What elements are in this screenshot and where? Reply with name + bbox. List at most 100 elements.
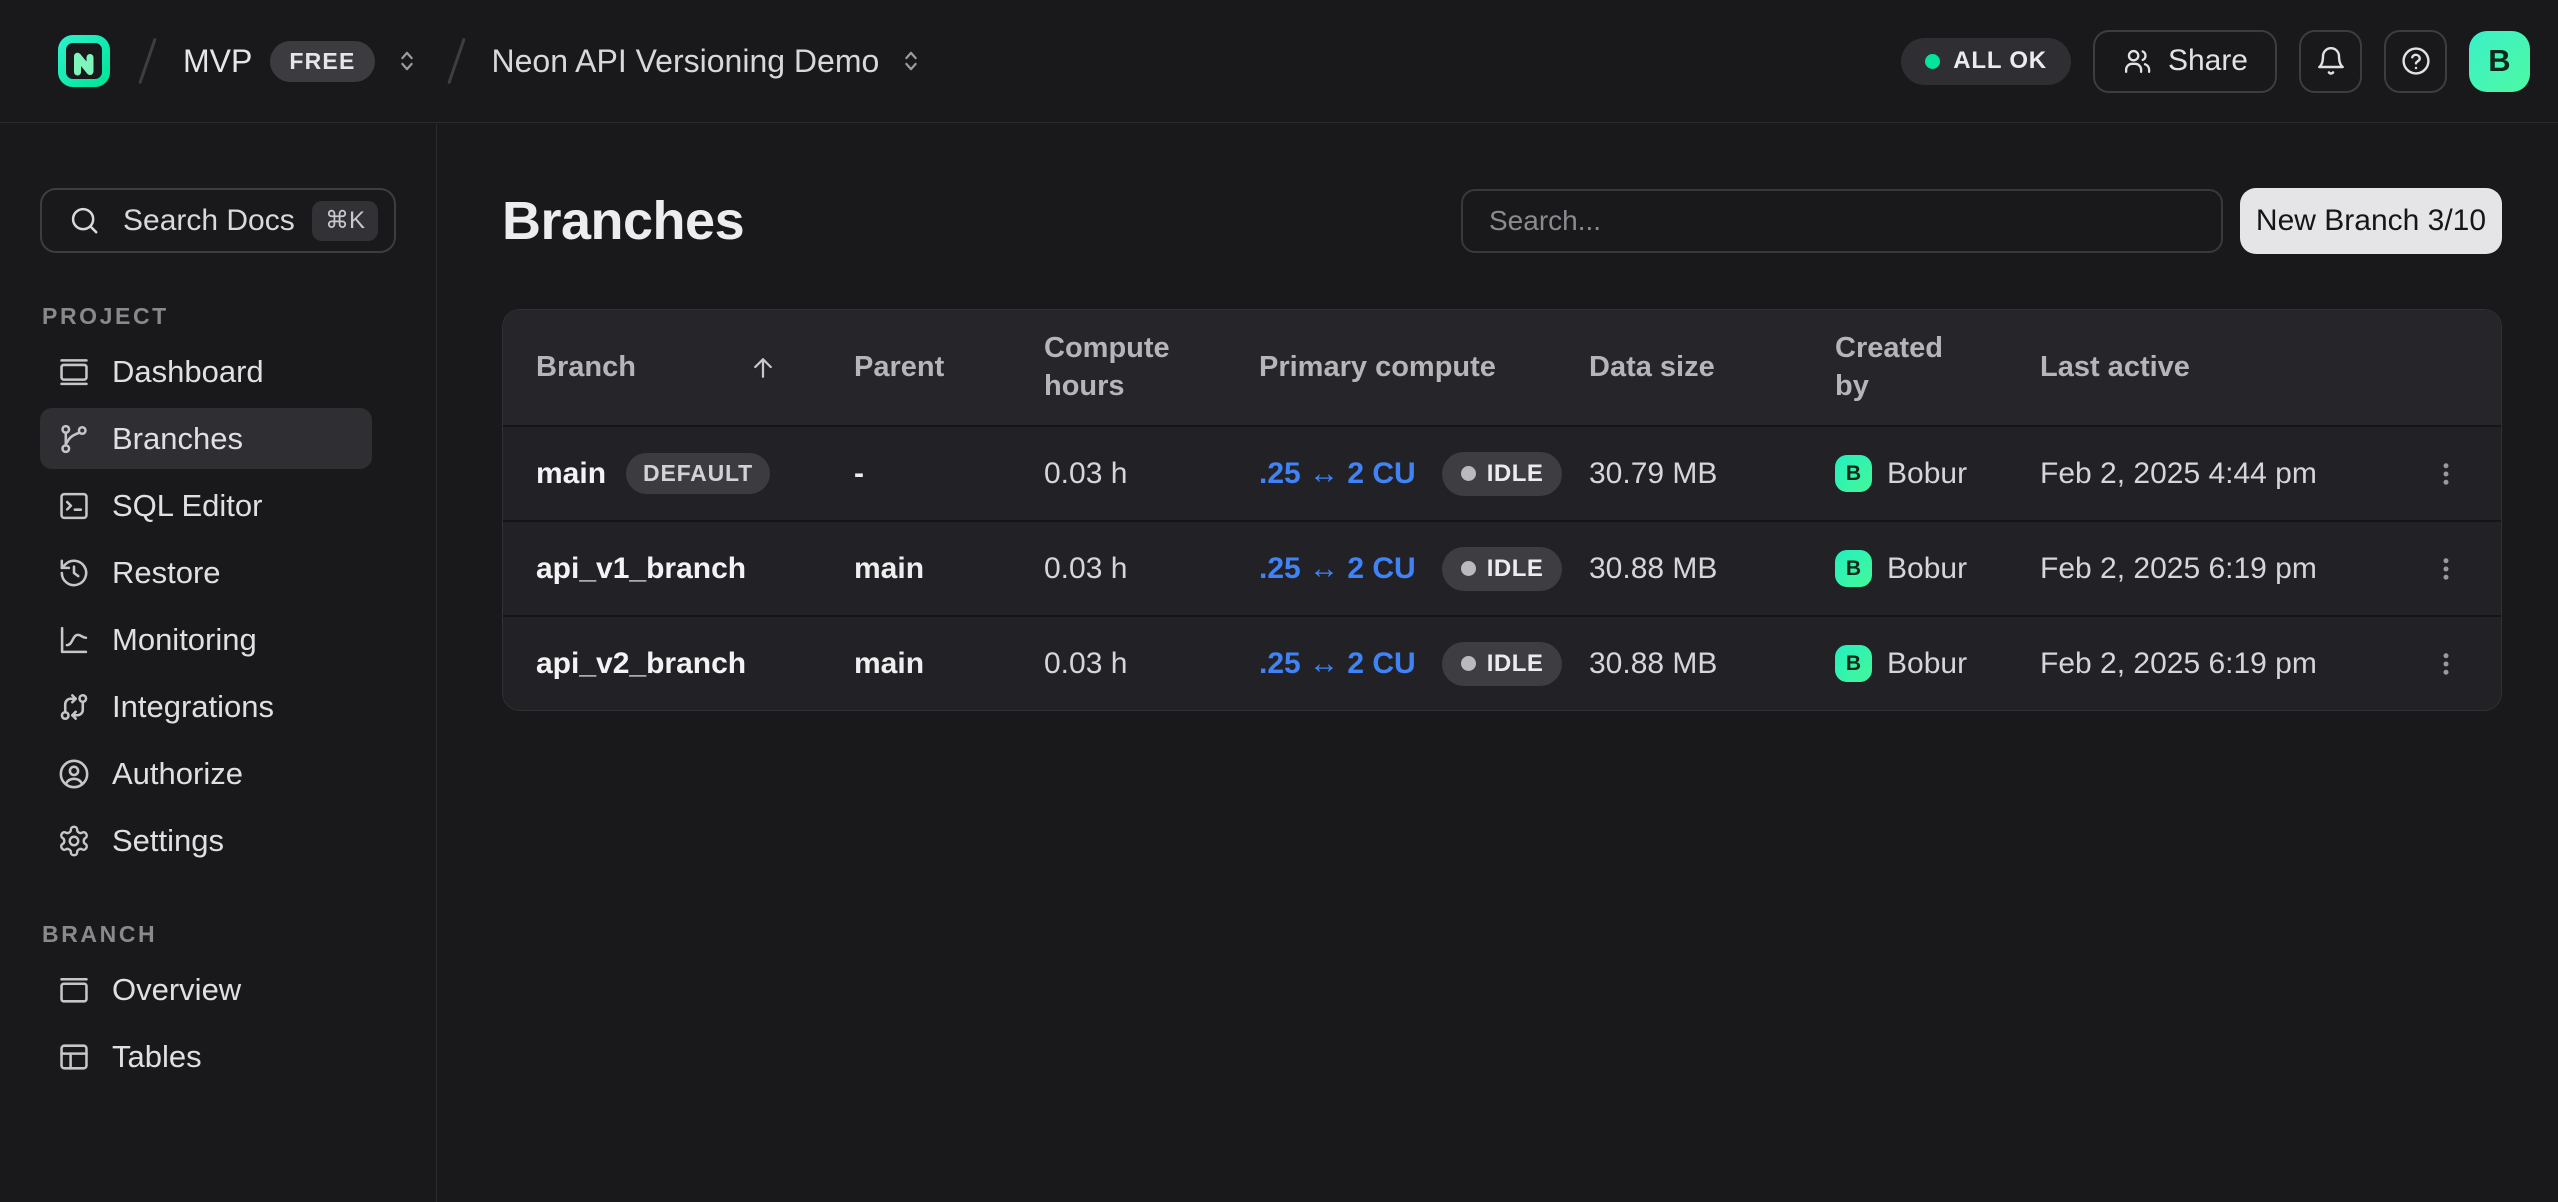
search-icon	[68, 204, 101, 237]
overview-icon	[57, 973, 91, 1007]
authorize-icon	[57, 757, 91, 791]
compute-state-label: IDLE	[1487, 650, 1544, 678]
branch-cell: api_v1_branch	[536, 552, 854, 586]
sidebar-item-label: Branches	[112, 421, 243, 457]
table-header-data-size: Data size	[1589, 349, 1835, 387]
sidebar-item-branches[interactable]: Branches	[40, 408, 372, 469]
top-bar-actions: ALL OK Share B	[1901, 30, 2530, 93]
last-active-cell: Feb 2, 2025 4:44 pm	[2040, 457, 2424, 491]
tables-icon	[57, 1040, 91, 1074]
settings-icon	[57, 824, 91, 858]
compute-range: .25 ↔ 2 CU	[1259, 552, 1416, 586]
creator-avatar: B	[1835, 645, 1872, 682]
sidebar-item-integrations[interactable]: Integrations	[40, 676, 372, 737]
data-size-cell: 30.88 MB	[1589, 647, 1835, 681]
org-name: MVP	[183, 43, 252, 80]
table-header-branch[interactable]: Branch	[536, 349, 854, 387]
sidebar-section-project: PROJECT	[42, 303, 396, 329]
creator-avatar: B	[1835, 550, 1872, 587]
created-by-cell: B Bobur	[1835, 645, 2040, 682]
sidebar-item-dashboard[interactable]: Dashboard	[40, 341, 372, 402]
table-header-row: Branch Parent Compute hours Primary comp…	[503, 310, 2501, 425]
branches-table: Branch Parent Compute hours Primary comp…	[502, 309, 2502, 711]
dashboard-icon	[57, 355, 91, 389]
branch-name: api_v2_branch	[536, 647, 746, 681]
sidebar-item-label: Restore	[112, 555, 221, 591]
compute-state-badge: IDLE	[1442, 452, 1563, 496]
bell-icon	[2315, 45, 2347, 77]
sidebar-item-overview[interactable]: Overview	[40, 959, 372, 1020]
row-menu-button[interactable]	[2424, 547, 2468, 591]
sidebar-item-label: Integrations	[112, 689, 274, 725]
row-menu-button[interactable]	[2424, 642, 2468, 686]
created-by-cell: B Bobur	[1835, 455, 2040, 492]
integrations-icon	[57, 690, 91, 724]
data-size-cell: 30.88 MB	[1589, 552, 1835, 586]
share-button[interactable]: Share	[2093, 30, 2277, 93]
page-title: Branches	[502, 190, 744, 252]
primary-compute-cell: .25 ↔ 2 CU IDLE	[1259, 547, 1589, 591]
avatar-initial: B	[2488, 43, 2510, 79]
sidebar-item-authorize[interactable]: Authorize	[40, 743, 372, 804]
docs-search-button[interactable]: Search Docs ⌘K	[40, 188, 396, 253]
project-name: Neon API Versioning Demo	[492, 43, 880, 80]
idle-dot-icon	[1461, 466, 1476, 481]
branches-search-input[interactable]	[1461, 189, 2223, 253]
sidebar-item-sql-editor[interactable]: SQL Editor	[40, 475, 372, 536]
table-header-created-by: Created by	[1835, 330, 1980, 405]
sidebar-section-branch: BRANCH	[42, 921, 396, 947]
last-active-cell: Feb 2, 2025 6:19 pm	[2040, 647, 2424, 681]
idle-dot-icon	[1461, 656, 1476, 671]
branch-cell: main DEFAULT	[536, 453, 854, 494]
notifications-button[interactable]	[2299, 30, 2362, 93]
new-branch-button[interactable]: New Branch 3/10	[2240, 188, 2502, 254]
org-selector[interactable]: MVP FREE	[183, 41, 421, 82]
branches-icon	[57, 422, 91, 456]
table-row[interactable]: main DEFAULT - 0.03 h .25 ↔ 2 CU IDLE 30…	[503, 425, 2501, 520]
breadcrumb-slash	[447, 38, 465, 84]
compute-state-label: IDLE	[1487, 555, 1544, 583]
share-label: Share	[2168, 44, 2248, 78]
sidebar-item-label: SQL Editor	[112, 488, 262, 524]
column-label: Branch	[536, 349, 636, 387]
users-icon	[2122, 46, 2153, 77]
created-by-cell: B Bobur	[1835, 550, 2040, 587]
plan-badge: FREE	[270, 41, 374, 82]
chevrons-up-down-icon	[393, 47, 421, 75]
sidebar-item-label: Settings	[112, 823, 224, 859]
main-content: Branches New Branch 3/10 Branch Parent C…	[438, 124, 2558, 1202]
user-avatar[interactable]: B	[2469, 31, 2530, 92]
status-badge[interactable]: ALL OK	[1901, 38, 2071, 85]
compute-range: .25 ↔ 2 CU	[1259, 647, 1416, 681]
table-header-compute-hours: Compute hours	[1044, 330, 1189, 405]
primary-compute-cell: .25 ↔ 2 CU IDLE	[1259, 452, 1589, 496]
project-selector[interactable]: Neon API Versioning Demo	[492, 43, 926, 80]
sidebar-item-restore[interactable]: Restore	[40, 542, 372, 603]
monitoring-icon	[57, 623, 91, 657]
top-bar: MVP FREE Neon API Versioning Demo ALL OK…	[0, 0, 2558, 123]
table-row[interactable]: api_v1_branch main 0.03 h .25 ↔ 2 CU IDL…	[503, 520, 2501, 615]
neon-logo[interactable]	[56, 33, 112, 89]
creator-name: Bobur	[1887, 647, 1967, 681]
keyboard-shortcut-badge: ⌘K	[312, 201, 378, 241]
compute-state-badge: IDLE	[1442, 547, 1563, 591]
sidebar: Search Docs ⌘K PROJECT Dashboard Branche…	[0, 124, 437, 1202]
sidebar-item-label: Dashboard	[112, 354, 264, 390]
sidebar-item-monitoring[interactable]: Monitoring	[40, 609, 372, 670]
parent-cell: -	[854, 457, 1044, 491]
sidebar-item-tables[interactable]: Tables	[40, 1026, 372, 1087]
branch-name: api_v1_branch	[536, 552, 746, 586]
compute-hours-cell: 0.03 h	[1044, 647, 1259, 681]
kebab-menu-icon	[2431, 459, 2461, 489]
idle-dot-icon	[1461, 561, 1476, 576]
creator-name: Bobur	[1887, 552, 1967, 586]
sidebar-item-settings[interactable]: Settings	[40, 810, 372, 871]
sidebar-item-label: Overview	[112, 972, 241, 1008]
help-button[interactable]	[2384, 30, 2447, 93]
creator-avatar: B	[1835, 455, 1872, 492]
compute-state-badge: IDLE	[1442, 642, 1563, 686]
restore-icon	[57, 556, 91, 590]
table-row[interactable]: api_v2_branch main 0.03 h .25 ↔ 2 CU IDL…	[503, 615, 2501, 710]
compute-state-label: IDLE	[1487, 460, 1544, 488]
row-menu-button[interactable]	[2424, 452, 2468, 496]
